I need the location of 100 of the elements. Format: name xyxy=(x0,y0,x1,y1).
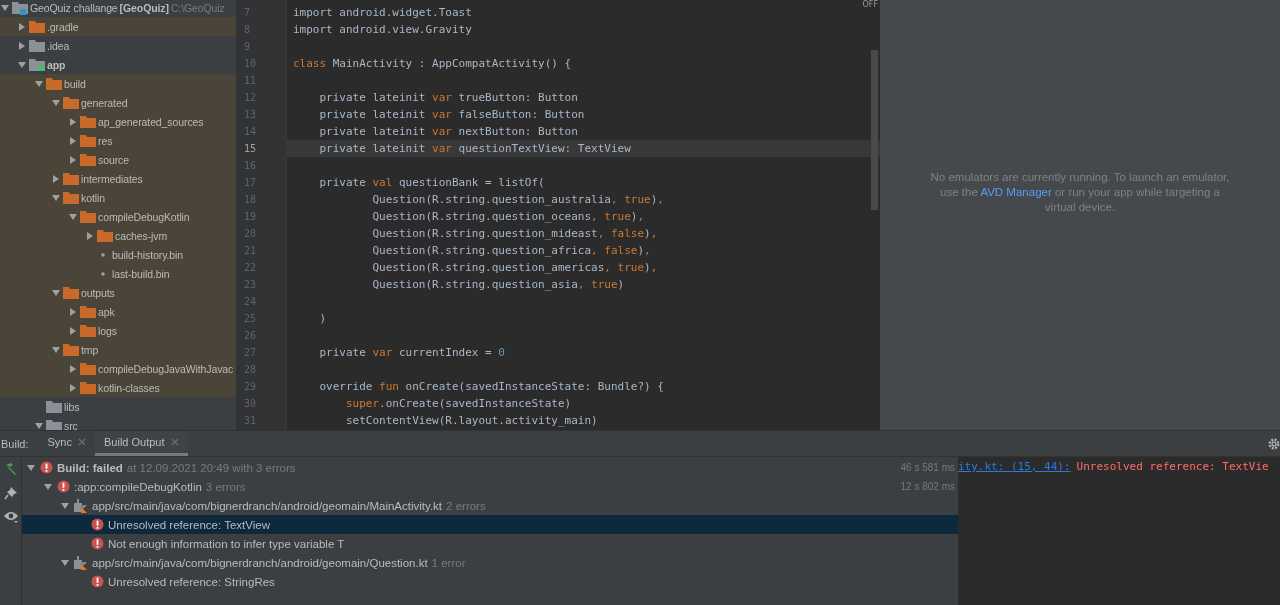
folder-icon xyxy=(63,286,79,299)
collapse-arrow-icon[interactable] xyxy=(68,382,78,393)
item-label: app xyxy=(47,58,66,71)
tree-row[interactable]: logs xyxy=(0,321,236,340)
tree-item-label: :app:compileDebugKotlin xyxy=(74,480,202,493)
collapse-arrow-icon[interactable] xyxy=(68,154,78,165)
tree-row[interactable]: tmp xyxy=(0,340,236,359)
code-line: import android.widget.Toast xyxy=(293,6,472,19)
collapse-arrow-icon[interactable] xyxy=(85,230,95,241)
collapse-arrow-icon[interactable] xyxy=(51,173,61,184)
folder-icon xyxy=(80,324,96,337)
expand-arrow-icon[interactable] xyxy=(51,344,61,355)
tree-row[interactable]: Unresolved reference: StringRes xyxy=(22,572,958,591)
mode-label: OFF xyxy=(862,0,878,9)
folder-icon xyxy=(80,381,96,394)
expand-arrow-icon[interactable] xyxy=(34,420,44,430)
folder-icon xyxy=(29,39,45,52)
close-icon[interactable] xyxy=(78,438,86,446)
item-label: src xyxy=(64,419,78,430)
item-label: .gradle xyxy=(47,20,79,33)
tree-row[interactable]: ap_generated_sources xyxy=(0,112,236,131)
code-line: private var currentIndex = 0 xyxy=(318,346,505,359)
tree-row[interactable]: intermediates xyxy=(0,169,236,188)
item-label: caches-jvm xyxy=(115,229,168,242)
code-line: override fun onCreate(savedInstanceState: Bundle?) { xyxy=(318,380,664,393)
tree-row[interactable]: app/src/main/java/com/bignerdranch/android/geomain/Question.kt 1 error xyxy=(22,553,958,572)
folder-icon xyxy=(29,20,45,33)
settings-icon[interactable] xyxy=(1268,437,1280,450)
folder-icon xyxy=(80,210,96,223)
tree-row[interactable]: kotlin-classes xyxy=(0,378,236,397)
collapse-arrow-icon[interactable] xyxy=(68,306,78,317)
folder-icon xyxy=(46,419,62,430)
tree-row[interactable]: app/src/main/java/com/bignerdranch/android/geomain/MainActivity.kt 2 errors xyxy=(22,496,958,515)
tree-row[interactable]: source xyxy=(0,150,236,169)
tree-row[interactable]: .gradle xyxy=(0,17,236,36)
item-label: build-history.bin xyxy=(112,248,184,261)
tab[interactable]: Sync xyxy=(38,431,95,456)
tree-row[interactable]: apk xyxy=(0,302,236,321)
tree-row[interactable]: build-history.bin xyxy=(0,245,236,264)
tree-row[interactable]: kotlin xyxy=(0,188,236,207)
tree-row[interactable]: last-build.bin xyxy=(0,264,236,283)
tree-row[interactable]: compileDebugKotlin xyxy=(0,207,236,226)
expand-arrow-icon[interactable] xyxy=(51,97,61,108)
item-label: intermediates xyxy=(81,172,143,185)
tree-row[interactable]: compileDebugJavaWithJavac xyxy=(0,359,236,378)
pin-icon[interactable] xyxy=(3,486,18,500)
tree-row[interactable]: src xyxy=(0,416,236,430)
expand-arrow-icon[interactable] xyxy=(51,287,61,298)
folder-icon xyxy=(97,229,113,242)
tree-item-label: Unresolved reference: StringRes xyxy=(108,575,275,588)
tree-row[interactable]: res xyxy=(0,131,236,150)
expand-arrow-icon[interactable] xyxy=(17,59,27,70)
item-label: compileDebugJavaWithJavac xyxy=(98,362,234,375)
tree-row[interactable]: build xyxy=(0,74,236,93)
collapse-arrow-icon[interactable] xyxy=(68,135,78,146)
code-line: class MainActivity : AppCompatActivity() { xyxy=(293,57,572,70)
item-label: .idea xyxy=(47,39,70,52)
folder-icon xyxy=(80,153,96,166)
tree-row[interactable]: caches-jvm xyxy=(0,226,236,245)
tree-row[interactable]: outputs xyxy=(0,283,236,302)
expand-arrow-icon[interactable] xyxy=(43,481,53,492)
avd-manager-link[interactable]: AVD Manager xyxy=(980,186,1052,198)
item-label: libs xyxy=(64,400,80,413)
expand-arrow-icon[interactable] xyxy=(26,462,36,473)
project-icon xyxy=(12,0,28,15)
expand-arrow-icon[interactable] xyxy=(51,192,61,203)
expand-arrow-icon[interactable] xyxy=(0,2,10,13)
code-line: setContentView(R.layout.activity_main) xyxy=(344,414,598,427)
close-icon[interactable] xyxy=(170,438,179,446)
expand-arrow-icon[interactable] xyxy=(68,211,78,222)
collapse-arrow-icon[interactable] xyxy=(68,363,78,374)
file-link[interactable]: ity.kt: (15, 44): xyxy=(958,460,1071,473)
item-label: build xyxy=(64,77,86,90)
error-icon xyxy=(91,518,104,531)
module-name: [GeoQuiz] xyxy=(119,1,169,14)
code-line: private lateinit var questionTextView: TextView xyxy=(318,142,631,155)
item-label: logs xyxy=(98,324,117,337)
collapse-arrow-icon[interactable] xyxy=(68,116,78,127)
tree-row[interactable]: libs xyxy=(0,397,236,416)
tree-row[interactable]: Unresolved reference: TextView xyxy=(22,515,958,534)
expand-arrow-icon[interactable] xyxy=(60,500,70,511)
project-name[interactable]: GeoQuiz challange xyxy=(30,1,118,14)
tree-row[interactable]: .idea xyxy=(0,36,236,55)
tab[interactable]: Build Output xyxy=(95,431,188,456)
collapse-arrow-icon[interactable] xyxy=(68,325,78,336)
collapse-arrow-icon[interactable] xyxy=(17,21,27,32)
tree-row[interactable]: app xyxy=(0,55,236,74)
item-label: outputs xyxy=(81,286,115,299)
expand-arrow-icon[interactable] xyxy=(60,557,70,568)
collapse-arrow-icon[interactable] xyxy=(17,40,27,51)
code-line: Question(R.string.question_mideast, false), xyxy=(371,227,658,240)
folder-icon xyxy=(80,134,96,147)
error-icon xyxy=(91,537,104,550)
eye-icon[interactable] xyxy=(2,510,19,524)
code-line: private lateinit var falseButton: Button xyxy=(318,108,585,121)
scrollbar[interactable] xyxy=(871,50,878,210)
tree-row[interactable]: generated xyxy=(0,93,236,112)
tree-row[interactable]: Not enough information to infer type variable T xyxy=(22,534,958,553)
item-label: ap_generated_sources xyxy=(98,115,204,128)
expand-arrow-icon[interactable] xyxy=(34,78,44,89)
